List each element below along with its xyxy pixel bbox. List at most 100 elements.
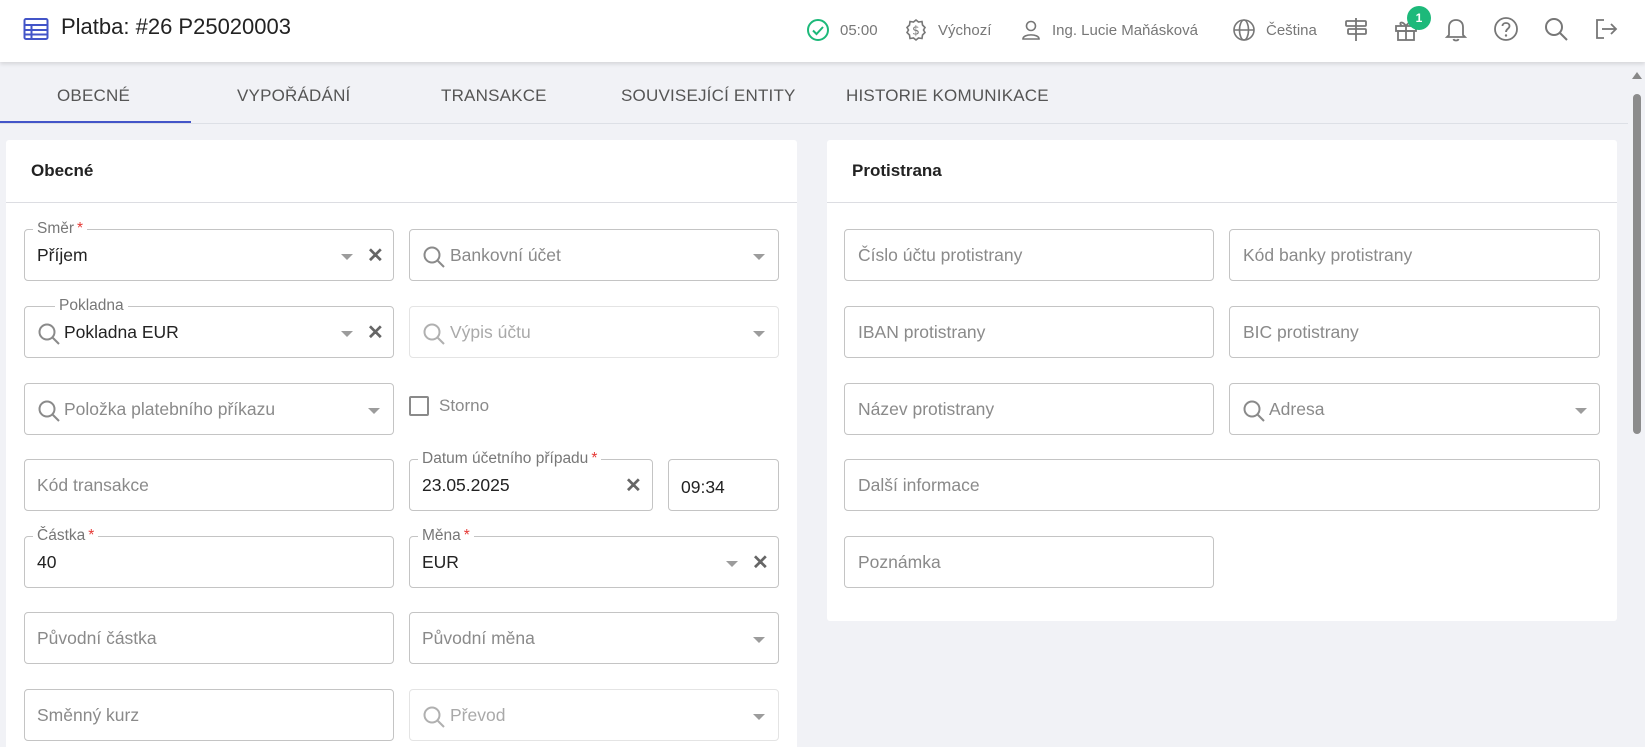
- tab-vyporadani[interactable]: VYPOŘÁDÁNÍ: [237, 86, 350, 106]
- user-menu[interactable]: Ing. Lucie Maňásková: [1020, 18, 1198, 42]
- puvodni-mena-placeholder: Původní měna: [422, 628, 535, 648]
- polozka-platebniho-prikazu-select[interactable]: Položka platebního příkazu: [24, 383, 394, 435]
- iban-protistrany-input[interactable]: IBAN protistrany: [844, 306, 1214, 358]
- vypis-uctu-select: Výpis účtu: [409, 306, 779, 358]
- card-title-protistrana: Protistrana: [852, 161, 942, 180]
- smer-label: Směr *: [33, 219, 88, 239]
- smer-select[interactable]: Směr * Příjem ✕: [24, 219, 394, 281]
- search-icon: [1243, 400, 1265, 422]
- scroll-up-arrow[interactable]: [1632, 72, 1642, 79]
- storno-label: Storno: [439, 396, 490, 415]
- datum-value: 23.05.2025: [422, 475, 510, 495]
- castka-label: Částka *: [33, 526, 99, 546]
- polozka-placeholder: Položka platebního příkazu: [64, 399, 276, 419]
- tab-obecne[interactable]: OBECNÉ: [57, 86, 130, 106]
- scrollbar[interactable]: [1628, 62, 1645, 747]
- dalsi-informace-input[interactable]: Další informace: [844, 459, 1600, 511]
- adresa-select[interactable]: Adresa: [1229, 383, 1600, 435]
- user-icon: [1022, 20, 1040, 40]
- cislo-uctu-protistrany-input[interactable]: Číslo účtu protistrany: [844, 229, 1214, 281]
- tab-souvisejici-entity[interactable]: SOUVISEJÍCÍ ENTITY: [621, 86, 796, 106]
- chevron-down-icon[interactable]: [753, 637, 765, 643]
- card-protistrana: Protistrana Číslo účtu protistrany Kód b…: [827, 140, 1617, 621]
- pokladna-select[interactable]: Pokladna Pokladna EUR ✕: [24, 296, 394, 358]
- datum-ucetniho-pripadu-input[interactable]: Datum účetního případu * 23.05.2025 ✕: [409, 449, 653, 511]
- card-title-obecne: Obecné: [31, 161, 94, 180]
- storno-checkbox[interactable]: [409, 396, 429, 416]
- bic-protistrany-input[interactable]: BIC protistrany: [1229, 306, 1600, 358]
- cislo-uctu-placeholder: Číslo účtu protistrany: [858, 245, 1023, 265]
- poznamka-placeholder: Poznámka: [858, 552, 941, 572]
- puvodni-mena-select[interactable]: Původní měna: [409, 612, 779, 664]
- language-switch[interactable]: Čeština: [1232, 18, 1317, 42]
- signpost-icon[interactable]: [1342, 15, 1370, 43]
- mena-label: Měna *: [418, 526, 474, 546]
- active-tab-indicator: [0, 121, 191, 123]
- pokladna-label: Pokladna: [55, 296, 128, 316]
- tab-historie-komunikace[interactable]: HISTORIE KOMUNIKACE: [846, 86, 1049, 106]
- kod-transakce-placeholder: Kód transakce: [37, 475, 149, 495]
- puvodni-castka-placeholder: Původní částka: [37, 628, 157, 648]
- clear-icon[interactable]: ✕: [625, 476, 642, 496]
- card-obecne: Obecné Směr * Příjem ✕ Bankovní účet Pokl…: [6, 140, 797, 747]
- smer-value: Příjem: [37, 245, 88, 265]
- search-icon: [38, 400, 60, 422]
- chevron-down-icon: [753, 714, 765, 720]
- help-icon[interactable]: [1492, 15, 1520, 43]
- castka-input[interactable]: Částka * 40: [24, 526, 394, 588]
- smenny-kurz-placeholder: Směnný kurz: [37, 705, 140, 725]
- chevron-down-icon[interactable]: [726, 561, 738, 567]
- smenny-kurz-input[interactable]: Směnný kurz: [24, 689, 394, 741]
- session-timer[interactable]: 05:00: [806, 18, 878, 42]
- chevron-down-icon[interactable]: [368, 408, 380, 414]
- page-title: Platba: #26 P25020003: [61, 14, 291, 39]
- kod-banky-protistrany-input[interactable]: Kód banky protistrany: [1229, 229, 1600, 281]
- tab-transakce[interactable]: TRANSAKCE: [441, 86, 547, 106]
- nazev-protistrany-input[interactable]: Název protistrany: [844, 383, 1214, 435]
- clear-icon[interactable]: ✕: [367, 323, 384, 343]
- logout-icon[interactable]: [1592, 15, 1620, 43]
- check-circle-icon: [807, 19, 829, 41]
- search-icon[interactable]: [1542, 15, 1570, 43]
- chevron-down-icon[interactable]: [341, 331, 353, 337]
- bankovni-ucet-placeholder: Bankovní účet: [450, 245, 561, 265]
- divider: [827, 202, 1617, 203]
- table-icon: [23, 18, 49, 40]
- search-icon: [423, 323, 445, 345]
- bankovni-ucet-select[interactable]: Bankovní účet: [409, 229, 779, 281]
- search-icon: [423, 246, 445, 268]
- castka-value: 40: [37, 552, 57, 572]
- chevron-down-icon[interactable]: [1575, 408, 1587, 414]
- kod-banky-placeholder: Kód banky protistrany: [1243, 245, 1413, 265]
- currency-profile-label: Výchozí: [938, 21, 992, 39]
- nazev-placeholder: Název protistrany: [858, 399, 995, 419]
- bic-placeholder: BIC protistrany: [1243, 322, 1359, 342]
- chevron-down-icon[interactable]: [341, 254, 353, 260]
- clear-icon[interactable]: ✕: [752, 553, 769, 573]
- bell-icon[interactable]: [1442, 15, 1470, 43]
- datum-label: Datum účetního případu *: [418, 449, 602, 469]
- storno-checkbox-row[interactable]: Storno: [409, 396, 489, 416]
- globe-icon: [1233, 19, 1255, 41]
- gift-badge: 1: [1407, 6, 1431, 30]
- poznamka-input[interactable]: Poznámka: [844, 536, 1214, 588]
- kod-transakce-input[interactable]: Kód transakce: [24, 459, 394, 511]
- chevron-down-icon[interactable]: [753, 254, 765, 260]
- prevod-select: Převod: [409, 689, 779, 741]
- timer-value: 05:00: [840, 21, 878, 39]
- adresa-placeholder: Adresa: [1269, 399, 1325, 419]
- currency-profile[interactable]: $ Výchozí: [904, 18, 991, 42]
- user-name: Ing. Lucie Maňásková: [1052, 21, 1198, 39]
- chevron-down-icon: [753, 331, 765, 337]
- cas-input[interactable]: 09:34: [668, 459, 779, 511]
- puvodni-castka-input[interactable]: Původní částka: [24, 612, 394, 664]
- divider: [6, 202, 797, 203]
- clear-icon[interactable]: ✕: [367, 246, 384, 266]
- tab-bar: OBECNÉ VYPOŘÁDÁNÍ TRANSAKCE SOUVISEJÍCÍ …: [0, 62, 1628, 124]
- search-icon: [423, 706, 445, 728]
- dollar-icon: $: [905, 18, 927, 42]
- svg-text:$: $: [912, 24, 920, 38]
- scrollbar-thumb[interactable]: [1633, 94, 1641, 434]
- prevod-placeholder: Převod: [450, 705, 506, 725]
- mena-select[interactable]: Měna * EUR ✕: [409, 526, 779, 588]
